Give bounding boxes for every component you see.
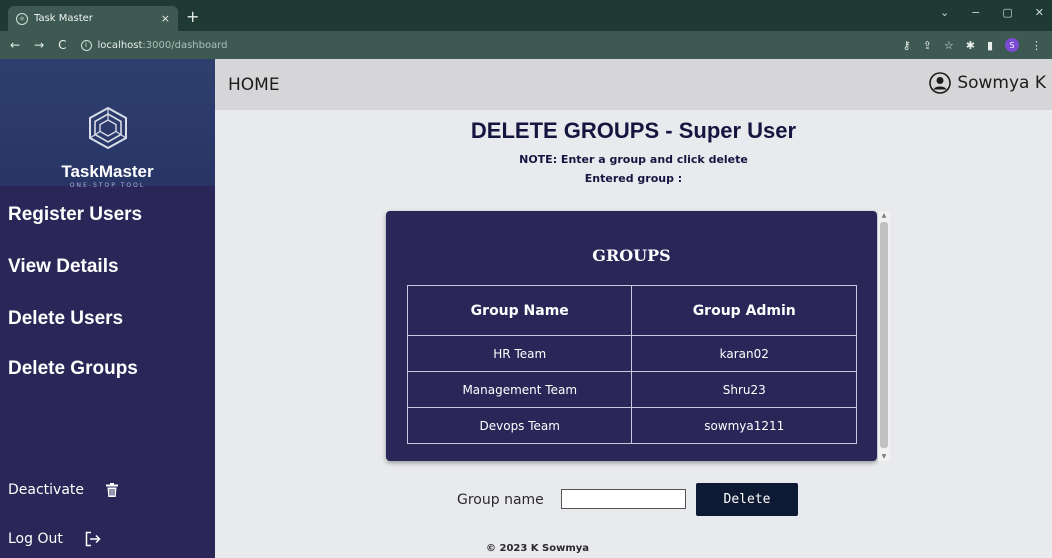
sidebar-item-view-details[interactable]: View Details [8,256,119,278]
url-path: :3000/dashboard [142,39,228,51]
table-header-row: Group Name Group Admin [406,285,857,336]
groups-table: Group Name Group Admin HR Team karan02 M… [406,285,857,444]
cell-group-name: Management Team [406,371,633,408]
url-field[interactable]: i localhost:3000/dashboard [80,39,228,51]
close-window-button[interactable]: ✕ [1035,6,1044,19]
groups-card: GROUPS Group Name Group Admin HR Team ka… [386,211,877,461]
window-controls: ⌄ − ▢ ✕ [940,6,1044,19]
share-icon[interactable]: ⇪ [923,39,932,52]
page-title: DELETE GROUPS - Super User [470,118,797,143]
group-name-input[interactable] [561,489,686,509]
brand-name: TaskMaster [61,162,154,181]
restore-button[interactable]: ▢ [1002,6,1012,19]
group-name-label: Group name [457,492,544,508]
brand-tagline: ONE-STOP TOOL [69,182,146,189]
user-name: Sowmya K [957,73,1046,93]
forward-arrow-icon[interactable]: → [34,38,44,52]
extensions-icon[interactable]: ✱ [966,39,975,52]
new-tab-button[interactable]: + [186,7,199,26]
tab-title: Task Master [34,13,93,24]
scroll-up-arrow-icon[interactable]: ▲ [880,212,888,219]
browser-tab[interactable]: ⚛ Task Master × [8,6,178,31]
table-row: Management Team Shru23 [406,371,857,408]
react-favicon-icon: ⚛ [16,12,28,25]
menu-kebab-icon[interactable]: ⋮ [1031,39,1042,52]
column-header-group-admin: Group Admin [631,285,857,336]
entered-group-text: Entered group : [584,172,683,185]
top-header: HOME Sowmya K [215,59,1052,110]
cell-group-name: Devops Team [406,407,633,444]
logout-icon [85,531,101,547]
minimize-button[interactable]: − [971,6,980,19]
groups-scrollbar[interactable]: ▲ ▼ [878,211,890,461]
logout-button[interactable]: Log Out [8,531,101,547]
sidepanel-icon[interactable]: ▮ [987,39,993,52]
browser-toolbar-icons: ⚷ ⇪ ☆ ✱ ▮ S ⋮ [903,38,1042,52]
scrollbar-thumb[interactable] [880,222,888,448]
cell-group-name: HR Team [406,335,633,372]
key-icon[interactable]: ⚷ [903,39,911,52]
tab-close-icon[interactable]: × [161,12,170,25]
cell-group-admin: karan02 [631,335,857,372]
site-info-icon[interactable]: i [80,39,92,51]
browser-address-bar: ← → C i localhost:3000/dashboard ⚷ ⇪ ☆ ✱… [0,31,1052,59]
sidebar-item-register-users[interactable]: Register Users [8,204,142,226]
sidebar-item-delete-users[interactable]: Delete Users [8,308,123,330]
star-icon[interactable]: ☆ [944,39,954,52]
back-arrow-icon[interactable]: ← [10,38,20,52]
sidebar-item-delete-groups[interactable]: Delete Groups [8,358,138,380]
profile-avatar[interactable]: S [1005,38,1019,52]
user-circle-icon [929,72,952,94]
table-row: Devops Team sowmya1211 [406,407,857,444]
groups-card-title: GROUPS [592,246,671,265]
footer-copyright: © 2023 K Sowmya [486,543,590,554]
trash-icon [106,483,119,497]
instruction-note: NOTE: Enter a group and click delete [519,153,748,166]
deactivate-label: Deactivate [8,482,85,498]
deactivate-button[interactable]: Deactivate [8,482,119,498]
user-menu[interactable]: Sowmya K [929,72,1046,94]
column-header-group-name: Group Name [406,285,633,336]
cell-group-admin: Shru23 [631,371,857,408]
logout-label: Log Out [8,531,63,547]
cell-group-admin: sowmya1211 [631,407,857,444]
reload-icon[interactable]: C [58,38,66,52]
browser-tab-bar: ⚛ Task Master × + ⌄ − ▢ ✕ [0,0,1052,31]
scroll-down-arrow-icon[interactable]: ▼ [880,453,888,460]
delete-button[interactable]: Delete [696,483,798,516]
tab-search-icon[interactable]: ⌄ [940,6,949,19]
brand-panel: TaskMaster ONE-STOP TOOL [0,59,215,189]
hexagon-logo-icon [89,107,127,149]
table-row: HR Team karan02 [406,335,857,372]
url-host: localhost [97,39,143,51]
home-link[interactable]: HOME [228,75,280,95]
sidebar: TaskMaster ONE-STOP TOOL Register Users … [0,59,215,558]
